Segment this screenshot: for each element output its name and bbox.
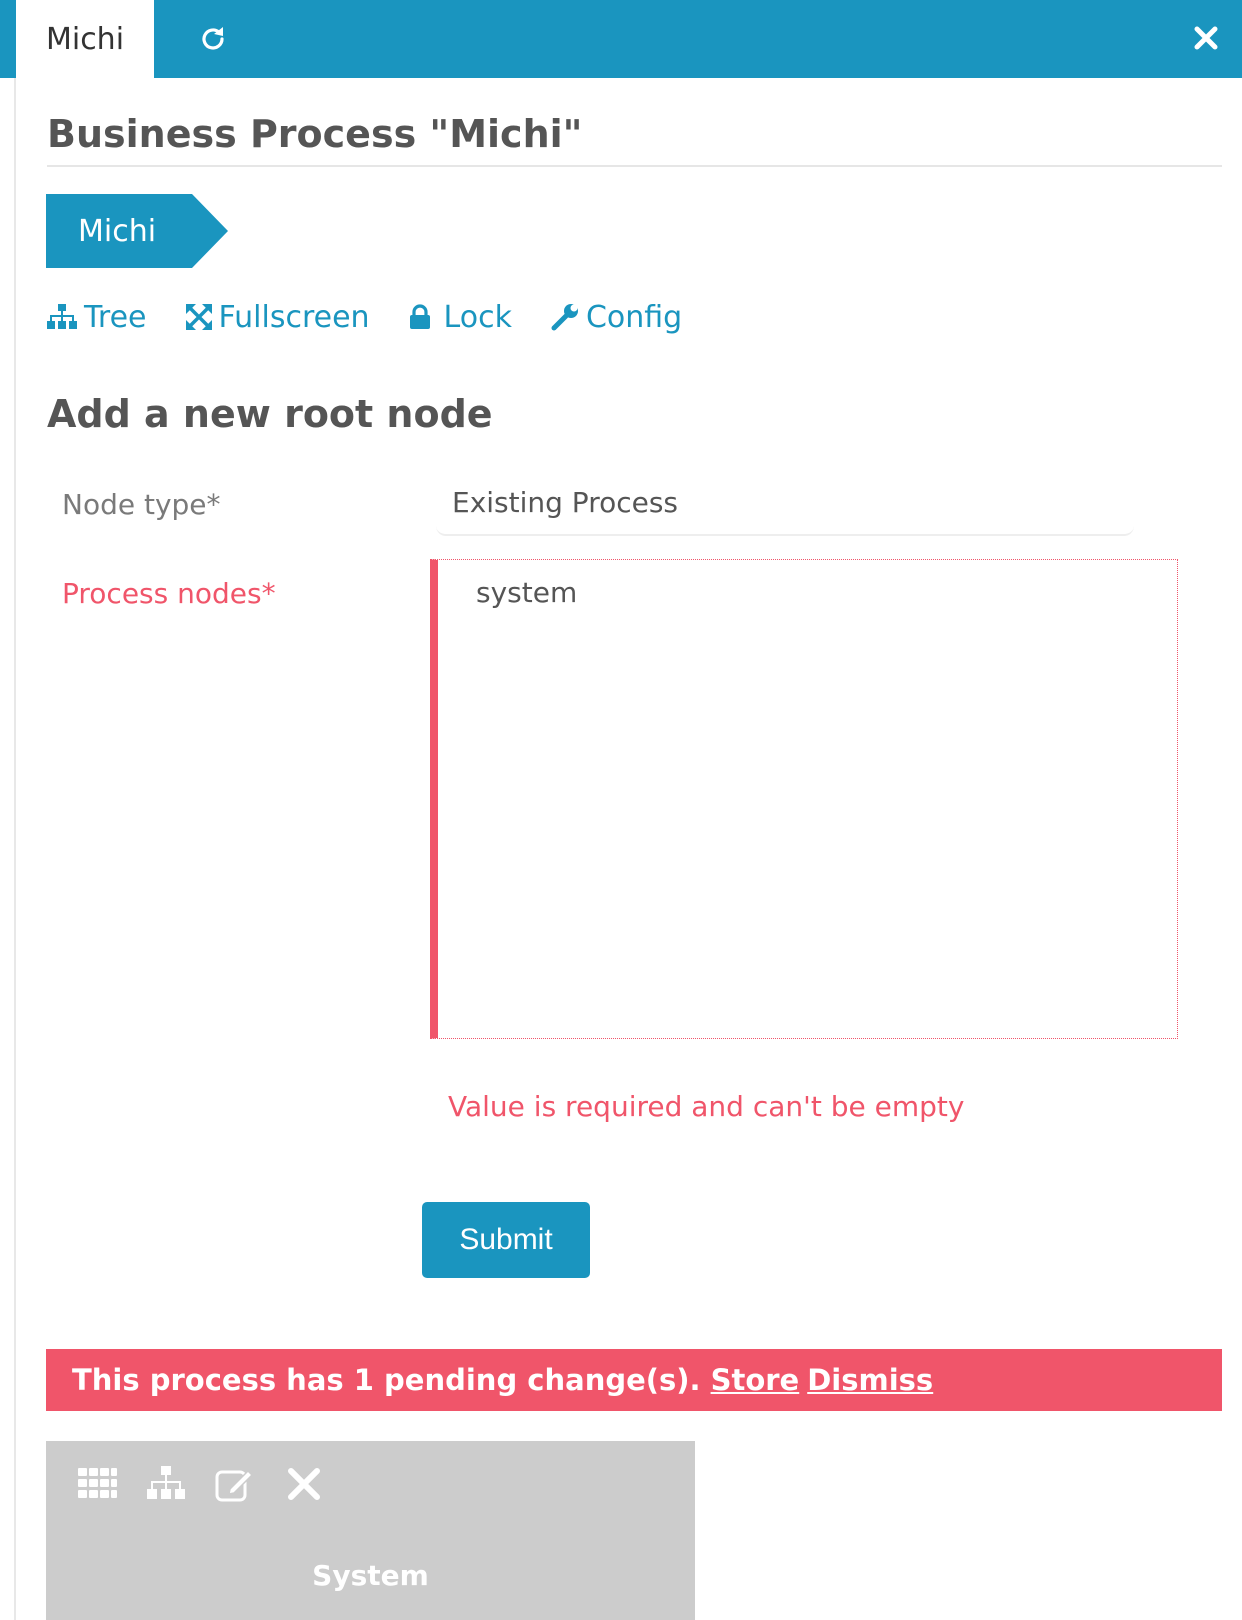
node-type-label: Node type* — [62, 488, 221, 521]
tile-title: System — [312, 1559, 429, 1592]
top-bar-edge — [0, 0, 16, 78]
process-nodes-error: Value is required and can't be empty — [448, 1090, 965, 1123]
sitemap-icon[interactable] — [145, 1463, 187, 1505]
action-links: Tree Fullscreen Lock Config — [46, 292, 720, 342]
breadcrumb-label: Michi — [78, 213, 157, 249]
pane-border — [14, 78, 16, 1620]
lock-icon — [409, 304, 430, 329]
config-link[interactable]: Config — [550, 300, 682, 335]
tree-label: Tree — [84, 299, 147, 335]
breadcrumb-item-michi[interactable]: Michi — [46, 194, 229, 268]
edit-icon[interactable] — [214, 1463, 256, 1505]
page: Michi Business Process "Michi" Michi Tre… — [0, 0, 1242, 1620]
process-node-option[interactable]: system — [476, 576, 577, 609]
page-title: Business Process "Michi" — [47, 112, 583, 156]
tab-michi[interactable]: Michi — [16, 0, 154, 78]
submit-button[interactable]: Submit — [422, 1202, 590, 1278]
tree-link[interactable]: Tree — [46, 300, 147, 335]
breadcrumb: Michi — [46, 194, 229, 268]
title-divider — [47, 165, 1222, 167]
store-link[interactable]: Store — [711, 1363, 800, 1397]
form-heading: Add a new root node — [47, 392, 493, 436]
process-nodes-select[interactable]: system — [430, 559, 1178, 1039]
tile-actions — [76, 1463, 352, 1505]
pending-changes-banner: This process has 1 pending change(s). St… — [46, 1349, 1222, 1411]
sitemap-icon — [47, 304, 77, 329]
wrench-icon — [551, 304, 578, 331]
process-nodes-label: Process nodes* — [62, 577, 276, 610]
node-type-value: Existing Process — [452, 485, 679, 519]
node-type-select[interactable]: Existing Process — [436, 470, 1134, 536]
close-icon[interactable] — [283, 1463, 325, 1505]
top-bar: Michi — [0, 0, 1242, 78]
pending-message: This process has 1 pending change(s). — [72, 1363, 701, 1397]
close-icon[interactable] — [1190, 22, 1222, 54]
config-label: Config — [585, 299, 683, 335]
fullscreen-icon — [185, 304, 212, 330]
tab-label: Michi — [45, 21, 125, 57]
dismiss-link[interactable]: Dismiss — [807, 1363, 933, 1397]
node-tile-system[interactable]: System — [46, 1441, 695, 1620]
tiles-icon[interactable] — [76, 1463, 118, 1505]
lock-label: Lock — [443, 299, 512, 335]
fullscreen-label: Fullscreen — [218, 299, 370, 335]
fullscreen-link[interactable]: Fullscreen — [185, 300, 370, 335]
refresh-icon[interactable] — [196, 22, 230, 56]
lock-link[interactable]: Lock — [408, 300, 512, 335]
